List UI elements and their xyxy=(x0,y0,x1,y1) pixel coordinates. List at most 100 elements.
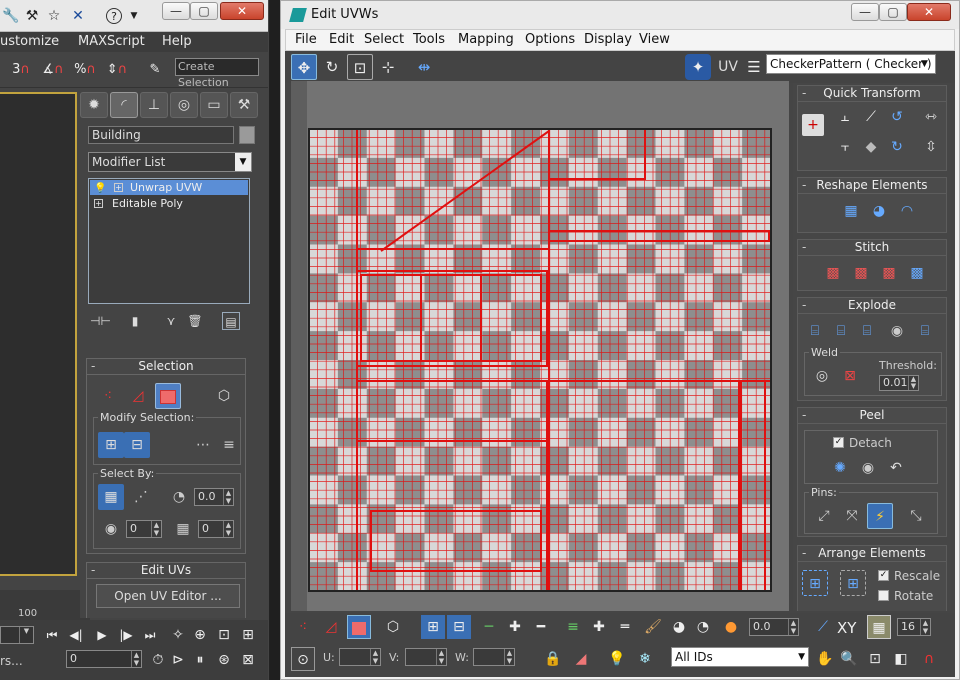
w-spinner[interactable]: ▲ ▼ xyxy=(473,648,515,666)
arc-icon[interactable]: ◠ xyxy=(894,198,920,224)
smoothing-spinner[interactable]: 0 ▲ ▼ xyxy=(126,520,162,538)
scale-tool-icon[interactable]: ⊡ xyxy=(347,54,373,80)
close-button[interactable]: ✕ xyxy=(907,3,951,21)
hammer-icon[interactable]: ⚒ xyxy=(24,8,40,24)
rollout-header[interactable]: - Explode xyxy=(798,298,946,314)
spinner-arrows-icon[interactable]: ▲ ▼ xyxy=(504,649,514,665)
ring-grow-icon[interactable]: ≡ xyxy=(561,615,585,639)
uv-canvas[interactable] xyxy=(291,81,789,611)
show-end-result-icon[interactable]: ▮ xyxy=(126,312,144,330)
make-unique-icon[interactable]: ⋎ xyxy=(162,312,180,330)
uv-coordinate-label[interactable]: UV xyxy=(713,54,743,80)
configure-sets-icon[interactable]: ▤ xyxy=(222,312,240,330)
set-pivot-icon[interactable]: + xyxy=(802,114,824,136)
space-horizontal-icon[interactable]: ⇿ xyxy=(918,104,944,130)
align-diagonal-icon[interactable]: ⟋ xyxy=(858,104,884,130)
previous-frame-icon[interactable]: ◀| xyxy=(64,623,88,647)
select-by-edge-icon[interactable]: ⋰ xyxy=(128,484,154,510)
rollout-header[interactable]: - Reshape Elements xyxy=(798,178,946,194)
select-pins-icon[interactable]: ⤡ xyxy=(903,503,929,529)
align-horizontal-icon[interactable]: ⫠ xyxy=(832,104,858,130)
rotate-ccw-icon[interactable]: ↺ xyxy=(884,104,910,130)
unpin-icon[interactable]: ⤧ xyxy=(839,503,865,529)
rotate-tool-icon[interactable]: ↻ xyxy=(319,54,345,80)
rollout-header[interactable]: - Peel xyxy=(798,408,946,424)
edit-named-selection-icon[interactable]: ✎ xyxy=(144,58,166,82)
shrink-selection-icon[interactable]: ⊟ xyxy=(124,432,150,458)
pack-custom-icon[interactable]: ⊞ xyxy=(840,570,866,596)
object-color-swatch[interactable] xyxy=(239,126,255,144)
falloff-icon[interactable]: ⟋ xyxy=(811,615,835,639)
viewport[interactable] xyxy=(0,92,77,576)
close-button[interactable]: ✕ xyxy=(220,2,264,20)
motion-tab-icon[interactable]: ◎ xyxy=(170,92,198,118)
wrench-icon[interactable]: 🔧 xyxy=(2,8,19,24)
stack-item-editable-poly[interactable]: + Editable Poly xyxy=(90,196,248,211)
loop-shrink-icon[interactable]: ━ xyxy=(529,615,553,639)
chevron-down-icon[interactable]: ▼ xyxy=(126,8,142,24)
menu-view[interactable]: View xyxy=(639,32,670,47)
polygon-mode-icon[interactable] xyxy=(155,383,181,409)
reset-peel-icon[interactable]: ↶ xyxy=(883,455,909,481)
frame-spinner[interactable]: 0 ▲ ▼ xyxy=(66,650,142,668)
remove-modifier-icon[interactable]: 🗑 xyxy=(186,312,204,330)
x-icon[interactable]: ✕ xyxy=(70,8,86,24)
pin-stack-icon[interactable]: ⊣⊢ xyxy=(90,312,111,330)
hide-icon[interactable]: 💡 xyxy=(605,647,629,671)
menu-options[interactable]: Options xyxy=(525,32,575,47)
maximize-viewport-icon[interactable]: ⊞ xyxy=(236,623,260,647)
detach-checkbox[interactable]: ✓ xyxy=(833,437,844,448)
grow-icon[interactable]: ⊞ xyxy=(421,615,445,639)
settings-icon[interactable]: ☰ xyxy=(741,54,767,80)
loop-grow-icon[interactable]: ─ xyxy=(477,615,501,639)
star-icon[interactable]: ☆ xyxy=(46,8,62,24)
paint-grow-icon[interactable]: ◕ xyxy=(667,615,691,639)
planar-angle-icon[interactable]: ◔ xyxy=(166,484,192,510)
menu-edit[interactable]: Edit xyxy=(329,32,354,47)
fov-icon[interactable]: ⊳ xyxy=(166,648,190,672)
shrink-icon[interactable]: ⊟ xyxy=(447,615,471,639)
angle-snap-icon[interactable]: ∡∩ xyxy=(42,58,64,82)
hierarchy-tab-icon[interactable]: ⊥ xyxy=(140,92,168,118)
lock-icon[interactable]: 🔒 xyxy=(541,647,565,671)
polygon-select-icon[interactable] xyxy=(347,615,371,639)
v-spinner[interactable]: ▲ ▼ xyxy=(405,648,447,666)
menu-select[interactable]: Select xyxy=(364,32,404,47)
relax-icon[interactable]: ◕ xyxy=(866,198,892,224)
weld-target-icon[interactable]: ◎ xyxy=(809,363,835,389)
spinner-arrows-icon[interactable]: ▲ ▼ xyxy=(131,651,141,667)
align-vertical-icon[interactable]: ⫟ xyxy=(832,134,858,160)
menu-maxscript[interactable]: MAXScript xyxy=(78,34,145,49)
menu-file[interactable]: File xyxy=(295,32,317,47)
xy-label[interactable]: XY xyxy=(837,619,856,637)
texture-dropdown[interactable]: CheckerPattern ( Checker ) ▼ xyxy=(766,54,936,74)
play-icon[interactable]: ▶ xyxy=(90,623,114,647)
minimize-button[interactable]: — xyxy=(162,2,190,20)
display-tab-icon[interactable]: ▭ xyxy=(200,92,228,118)
stack-item-unwrap-uvw[interactable]: 💡 + Unwrap UVW xyxy=(90,180,248,195)
uv-editor-viewport[interactable] xyxy=(291,81,789,611)
select-by-material-id-icon[interactable]: ▦ xyxy=(170,516,196,542)
spinner-arrows-icon[interactable]: ▲ ▼ xyxy=(223,521,233,537)
object-name-field[interactable]: Building xyxy=(88,126,234,144)
flatten-by-angle-icon[interactable]: ◉ xyxy=(884,318,910,344)
edge-mode-icon[interactable]: ◿ xyxy=(125,383,151,409)
rollout-header[interactable]: - Selection xyxy=(87,359,245,375)
quick-peel-icon[interactable]: ✺ xyxy=(827,455,853,481)
ring-icon[interactable]: ≡ xyxy=(216,432,242,458)
rollout-header[interactable]: - Arrange Elements xyxy=(798,546,946,562)
zoom-extents-icon[interactable]: ⊡ xyxy=(212,623,236,647)
pan-icon[interactable]: ✋ xyxy=(813,647,837,671)
zoom-region-icon[interactable]: ⊡ xyxy=(863,647,887,671)
straighten-icon[interactable]: ▦ xyxy=(838,198,864,224)
mirror-tool-icon[interactable]: ⇹ xyxy=(411,54,437,80)
vertex-mode-icon[interactable]: ⁖ xyxy=(95,383,121,409)
planar-angle-spinner[interactable]: 0.0 ▲ ▼ xyxy=(194,488,234,506)
select-by-smoothing-icon[interactable]: ◉ xyxy=(98,516,124,542)
spinner-arrows-icon[interactable]: ▲ ▼ xyxy=(370,649,380,665)
rollout-header[interactable]: - Stitch xyxy=(798,240,946,256)
freeform-tool-icon[interactable]: ⊹ xyxy=(375,54,401,80)
material-ids-dropdown[interactable]: All IDs ▼ xyxy=(671,647,809,667)
walk-through-icon[interactable]: ⏸ xyxy=(188,648,212,672)
pack-normalize-icon[interactable]: ⊞ xyxy=(802,570,828,596)
